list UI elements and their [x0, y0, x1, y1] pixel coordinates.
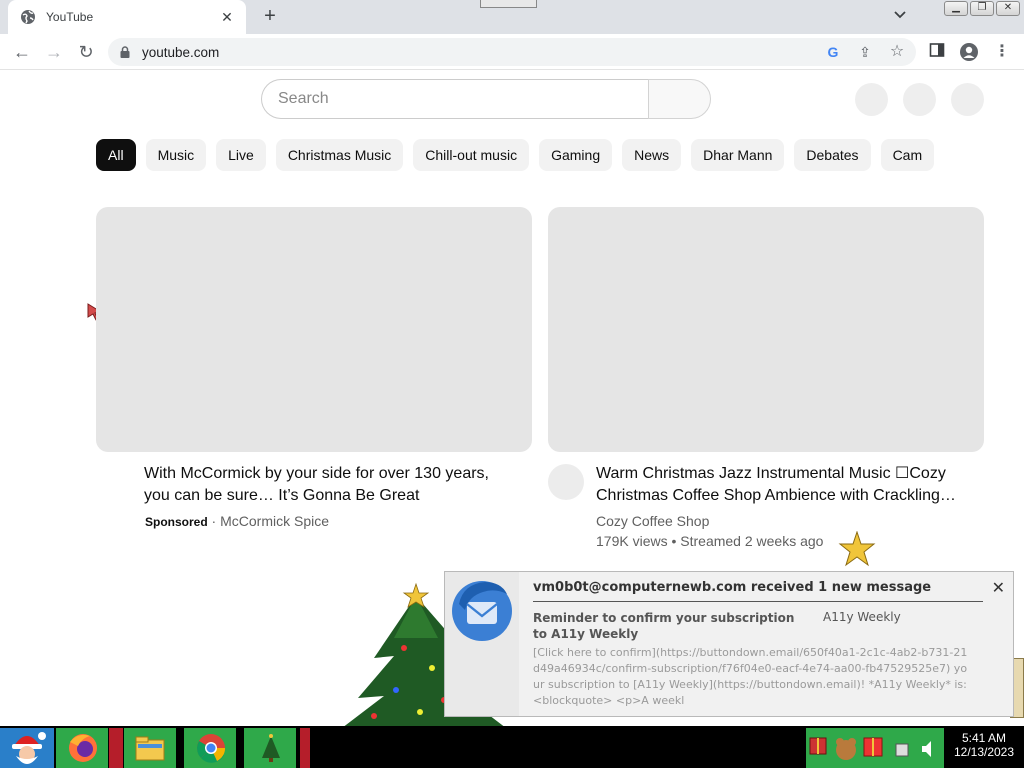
mail-notification[interactable]: vm0b0t@computernewb.com received 1 new m… — [444, 571, 1014, 717]
video-thumbnail[interactable] — [548, 207, 984, 452]
bookmark-star-icon[interactable]: ☆ — [888, 43, 906, 61]
sponsored-badge: Sponsored — [145, 515, 208, 529]
video-thumbnail[interactable] — [96, 207, 532, 452]
chip-live[interactable]: Live — [216, 139, 266, 171]
tray-icons — [809, 737, 931, 760]
chip-dhar-mann[interactable]: Dhar Mann — [691, 139, 785, 171]
window-controls: ▁ ❐ ✕ — [944, 1, 1020, 16]
taskbar-tree-app-button[interactable] — [244, 728, 296, 768]
chip-chill-out-music[interactable]: Chill-out music — [413, 139, 530, 171]
taskbar-clock[interactable]: 5:41 AM 12/13/2023 — [944, 731, 1024, 759]
chip-christmas-music[interactable]: Christmas Music — [275, 139, 404, 171]
channel-name[interactable]: McCormick Spice — [220, 513, 329, 529]
tab-title: YouTube — [46, 10, 94, 24]
share-icon[interactable]: ⇪ — [856, 43, 874, 61]
chrome-icon — [184, 728, 236, 768]
minimize-button[interactable]: ▁ — [944, 1, 968, 16]
notifications-button[interactable] — [903, 83, 936, 116]
chip-bar: All Music Live Christmas Music Chill-out mus… — [96, 139, 946, 171]
tab-youtube[interactable]: YouTube ✕ — [8, 0, 246, 34]
thunderbird-icon — [449, 576, 515, 642]
taskbar-explorer-button[interactable] — [124, 728, 176, 768]
santa-icon — [0, 728, 54, 768]
tab-search-icon[interactable] — [894, 8, 906, 22]
reload-button[interactable]: ↻ — [76, 42, 96, 62]
system-tray — [806, 728, 944, 768]
star-decoration — [838, 530, 876, 572]
video-meta: Sponsored · McCormick Spice — [145, 513, 329, 529]
taskbar-firefox-button[interactable] — [56, 728, 108, 768]
menu-icon[interactable]: ⋮ — [992, 42, 1012, 62]
notification-icon-area — [445, 572, 519, 716]
clock-date: 12/13/2023 — [953, 745, 1015, 759]
profile-icon[interactable] — [959, 42, 979, 62]
address-bar[interactable]: youtube.com G ⇪ ☆ — [108, 38, 916, 66]
restore-button[interactable]: ❐ — [970, 1, 994, 16]
video-title[interactable]: With McCormick by your side for over 130… — [144, 463, 504, 507]
forward-button[interactable]: → — [44, 42, 64, 62]
meta-separator: · — [207, 513, 221, 529]
tab-close-icon[interactable]: ✕ — [218, 9, 236, 26]
url-text[interactable]: youtube.com — [142, 45, 219, 60]
chip-news[interactable]: News — [622, 139, 682, 171]
notification-body: [Click here to confirm](https://buttondo… — [533, 646, 968, 707]
video-stats: 179K views • Streamed 2 weeks ago — [596, 533, 824, 549]
channel-name[interactable]: Cozy Coffee Shop — [596, 513, 709, 529]
taskbar-separator — [300, 728, 310, 768]
channel-avatar[interactable] — [548, 464, 584, 500]
chip-gaming[interactable]: Gaming — [539, 139, 613, 171]
create-button[interactable] — [855, 83, 888, 116]
video-title[interactable]: Warm Christmas Jazz Instrumental Music ☐… — [596, 463, 966, 507]
google-lens-icon[interactable]: G — [824, 43, 842, 61]
notification-close-icon[interactable]: ✕ — [992, 578, 1005, 598]
chip-music[interactable]: Music — [145, 139, 207, 171]
close-window-button[interactable]: ✕ — [996, 1, 1020, 16]
folder-icon — [124, 728, 176, 768]
taskbar-chrome-button[interactable] — [184, 728, 236, 768]
back-button[interactable]: ← — [12, 42, 32, 62]
lock-icon[interactable] — [120, 45, 130, 58]
window-drag-handle[interactable] — [480, 0, 537, 8]
avatar-button[interactable] — [951, 83, 984, 116]
tree-icon — [244, 728, 296, 768]
search-input[interactable]: Search — [261, 79, 648, 119]
taskbar-separator — [109, 728, 123, 768]
firefox-icon — [56, 728, 108, 768]
notification-header: vm0b0t@computernewb.com received 1 new m… — [533, 580, 932, 595]
notification-subject: Reminder to confirm your subscription to… — [533, 611, 795, 641]
globe-icon — [20, 9, 36, 25]
start-button[interactable] — [0, 728, 54, 768]
chip-debates[interactable]: Debates — [794, 139, 871, 171]
tab-strip: YouTube ✕ + ▁ ❐ ✕ — [0, 0, 1024, 34]
chip-cam[interactable]: Cam — [880, 139, 935, 171]
search-button[interactable] — [648, 79, 711, 119]
notification-sender: A11y Weekly — [823, 610, 901, 624]
clock-time: 5:41 AM — [961, 731, 1007, 745]
chip-all[interactable]: All — [96, 139, 136, 171]
notification-divider — [533, 601, 983, 602]
side-panel-icon[interactable] — [927, 42, 947, 62]
browser-toolbar: ← → ↻ youtube.com G ⇪ ☆ ⋮ — [0, 34, 1024, 70]
new-tab-button[interactable]: + — [258, 5, 282, 29]
